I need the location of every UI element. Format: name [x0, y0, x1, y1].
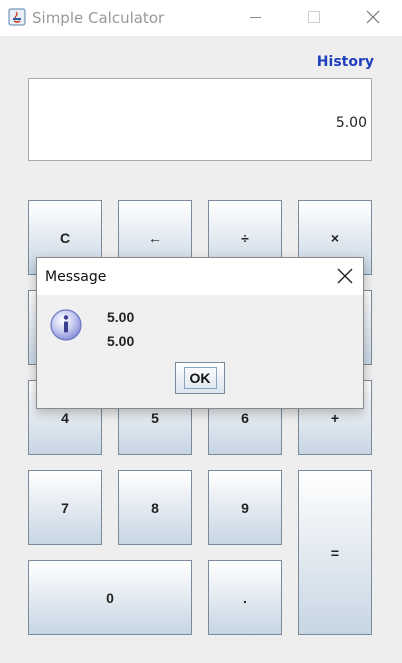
- ok-button-label: OK: [183, 367, 217, 389]
- seven-button[interactable]: 7: [28, 470, 102, 545]
- close-icon: [366, 10, 380, 24]
- minimize-icon: [250, 17, 261, 18]
- maximize-button[interactable]: [290, 0, 336, 36]
- calculator-display: 5.00: [28, 78, 372, 161]
- window-title: Simple Calculator: [32, 9, 165, 27]
- eight-button[interactable]: 8: [118, 470, 192, 545]
- ok-button[interactable]: OK: [175, 362, 225, 394]
- message-dialog: Message 5.00 5.00 OK: [36, 257, 364, 409]
- decimal-button[interactable]: .: [208, 560, 282, 635]
- message-line: 5.00: [107, 333, 135, 349]
- zero-button[interactable]: 0: [28, 560, 192, 635]
- close-icon[interactable]: [335, 266, 355, 286]
- info-icon: [50, 309, 82, 341]
- maximize-icon: [308, 11, 320, 23]
- message-line: 5.00: [107, 309, 135, 325]
- display-value: 5.00: [335, 115, 367, 131]
- nine-button[interactable]: 9: [208, 470, 282, 545]
- window-titlebar: Simple Calculator: [0, 0, 402, 36]
- history-link[interactable]: History: [317, 53, 374, 71]
- close-window-button[interactable]: [350, 0, 396, 36]
- dialog-titlebar: Message: [37, 258, 363, 295]
- equals-button[interactable]: =: [298, 470, 372, 635]
- minimize-button[interactable]: [232, 0, 278, 36]
- java-icon: [8, 8, 26, 26]
- dialog-title: Message: [45, 269, 107, 285]
